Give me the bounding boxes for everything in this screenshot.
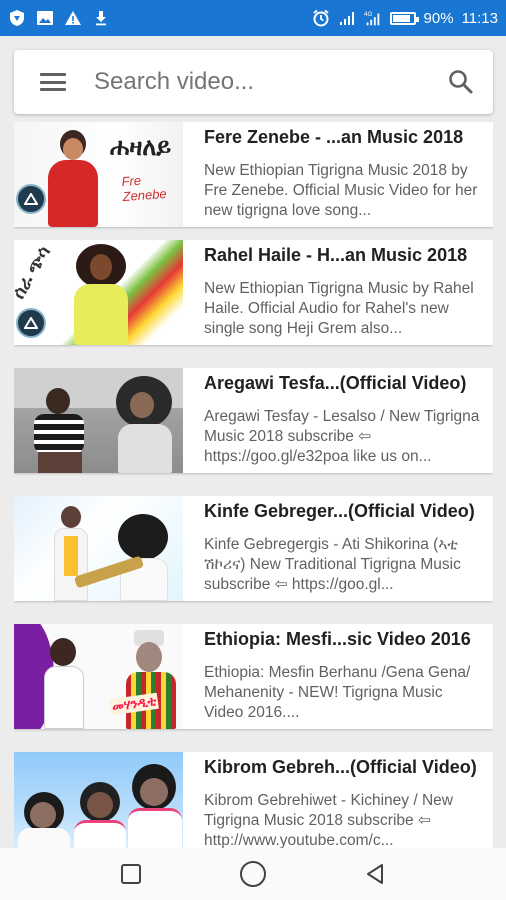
shield-icon xyxy=(8,9,26,27)
thumbnail-caption: Fre Zenebe xyxy=(121,172,168,205)
video-thumbnail[interactable]: ሐዛለይ Fre Zenebe xyxy=(14,122,183,227)
search-bar xyxy=(14,50,493,114)
video-item[interactable]: Kibrom Gebreh...(Official Video) Kibrom … xyxy=(14,752,493,848)
video-thumbnail[interactable] xyxy=(14,496,183,601)
video-thumbnail[interactable] xyxy=(14,752,183,848)
video-thumbnail[interactable]: መሃንዲቲ xyxy=(14,624,183,729)
video-description: New Ethiopian Tigrigna Music 2018 by Fre… xyxy=(204,162,478,219)
clock: 11:13 xyxy=(461,9,498,27)
video-description: Kinfe Gebregergis - Ati Shikorina (ኣቲ ሽኮ… xyxy=(204,536,461,593)
image-icon xyxy=(36,9,54,27)
channel-logo-icon xyxy=(16,184,46,214)
circle-icon xyxy=(240,861,266,887)
alarm-icon xyxy=(312,9,330,27)
video-item[interactable]: ሰራ ጭሳ Rahel Haile - H...an Music 2018 Ne… xyxy=(14,240,493,345)
square-icon xyxy=(121,864,141,884)
system-icons: 4G 90% 11:13 xyxy=(312,9,498,27)
back-triangle-icon xyxy=(367,864,383,884)
video-description: Kibrom Gebrehiwet - Kichiney / New Tigri… xyxy=(204,792,453,848)
video-item[interactable]: ሐዛለይ Fre Zenebe Fere Zenebe - ...an Musi… xyxy=(14,122,493,227)
navigation-bar xyxy=(0,848,506,900)
video-list[interactable]: ሐዛለይ Fre Zenebe Fere Zenebe - ...an Musi… xyxy=(14,122,493,848)
video-description: Aregawi Tesfay - Lesalso / New Tigrigna … xyxy=(204,408,480,465)
notification-icons xyxy=(8,9,110,27)
battery-percent: 90% xyxy=(423,9,454,27)
recents-button[interactable] xyxy=(114,857,148,891)
battery-icon xyxy=(389,11,419,25)
video-item[interactable]: መሃንዲቲ Ethiopia: Mesfi...sic Video 2016 E… xyxy=(14,624,493,729)
video-title[interactable]: Rahel Haile - H...an Music 2018 xyxy=(204,243,483,267)
thumbnail-title: ሐዛለይ xyxy=(110,134,172,161)
warning-icon xyxy=(64,9,82,27)
search-input[interactable] xyxy=(94,68,447,96)
video-description: Ethiopia: Mesfin Berhanu /Gena Gena/ Meh… xyxy=(204,664,471,721)
search-icon[interactable] xyxy=(447,68,475,96)
video-item[interactable]: Kinfe Gebreger...(Official Video) Kinfe … xyxy=(14,496,493,601)
download-icon xyxy=(92,9,110,27)
video-title[interactable]: Kinfe Gebreger...(Official Video) xyxy=(204,499,483,523)
home-button[interactable] xyxy=(236,857,270,891)
video-thumbnail[interactable]: ሰራ ጭሳ xyxy=(14,240,183,345)
menu-icon[interactable] xyxy=(40,73,66,91)
video-description: New Ethiopian Tigrigna Music by Rahel Ha… xyxy=(204,280,474,337)
back-button[interactable] xyxy=(358,857,392,891)
status-bar: 4G 90% 11:13 xyxy=(0,0,506,36)
video-title[interactable]: Ethiopia: Mesfi...sic Video 2016 xyxy=(204,627,483,651)
signal-icon xyxy=(338,9,356,27)
channel-logo-icon xyxy=(16,308,46,338)
video-title[interactable]: Kibrom Gebreh...(Official Video) xyxy=(204,755,483,779)
thumbnail-title: ሰራ ጭሳ xyxy=(14,242,54,302)
video-title[interactable]: Fere Zenebe - ...an Music 2018 xyxy=(204,125,483,149)
video-thumbnail[interactable] xyxy=(14,368,183,473)
signal-icon: 4G xyxy=(364,9,382,27)
video-item[interactable]: Aregawi Tesfa...(Official Video) Aregawi… xyxy=(14,368,493,473)
svg-text:4G: 4G xyxy=(364,11,373,18)
video-title[interactable]: Aregawi Tesfa...(Official Video) xyxy=(204,371,483,395)
